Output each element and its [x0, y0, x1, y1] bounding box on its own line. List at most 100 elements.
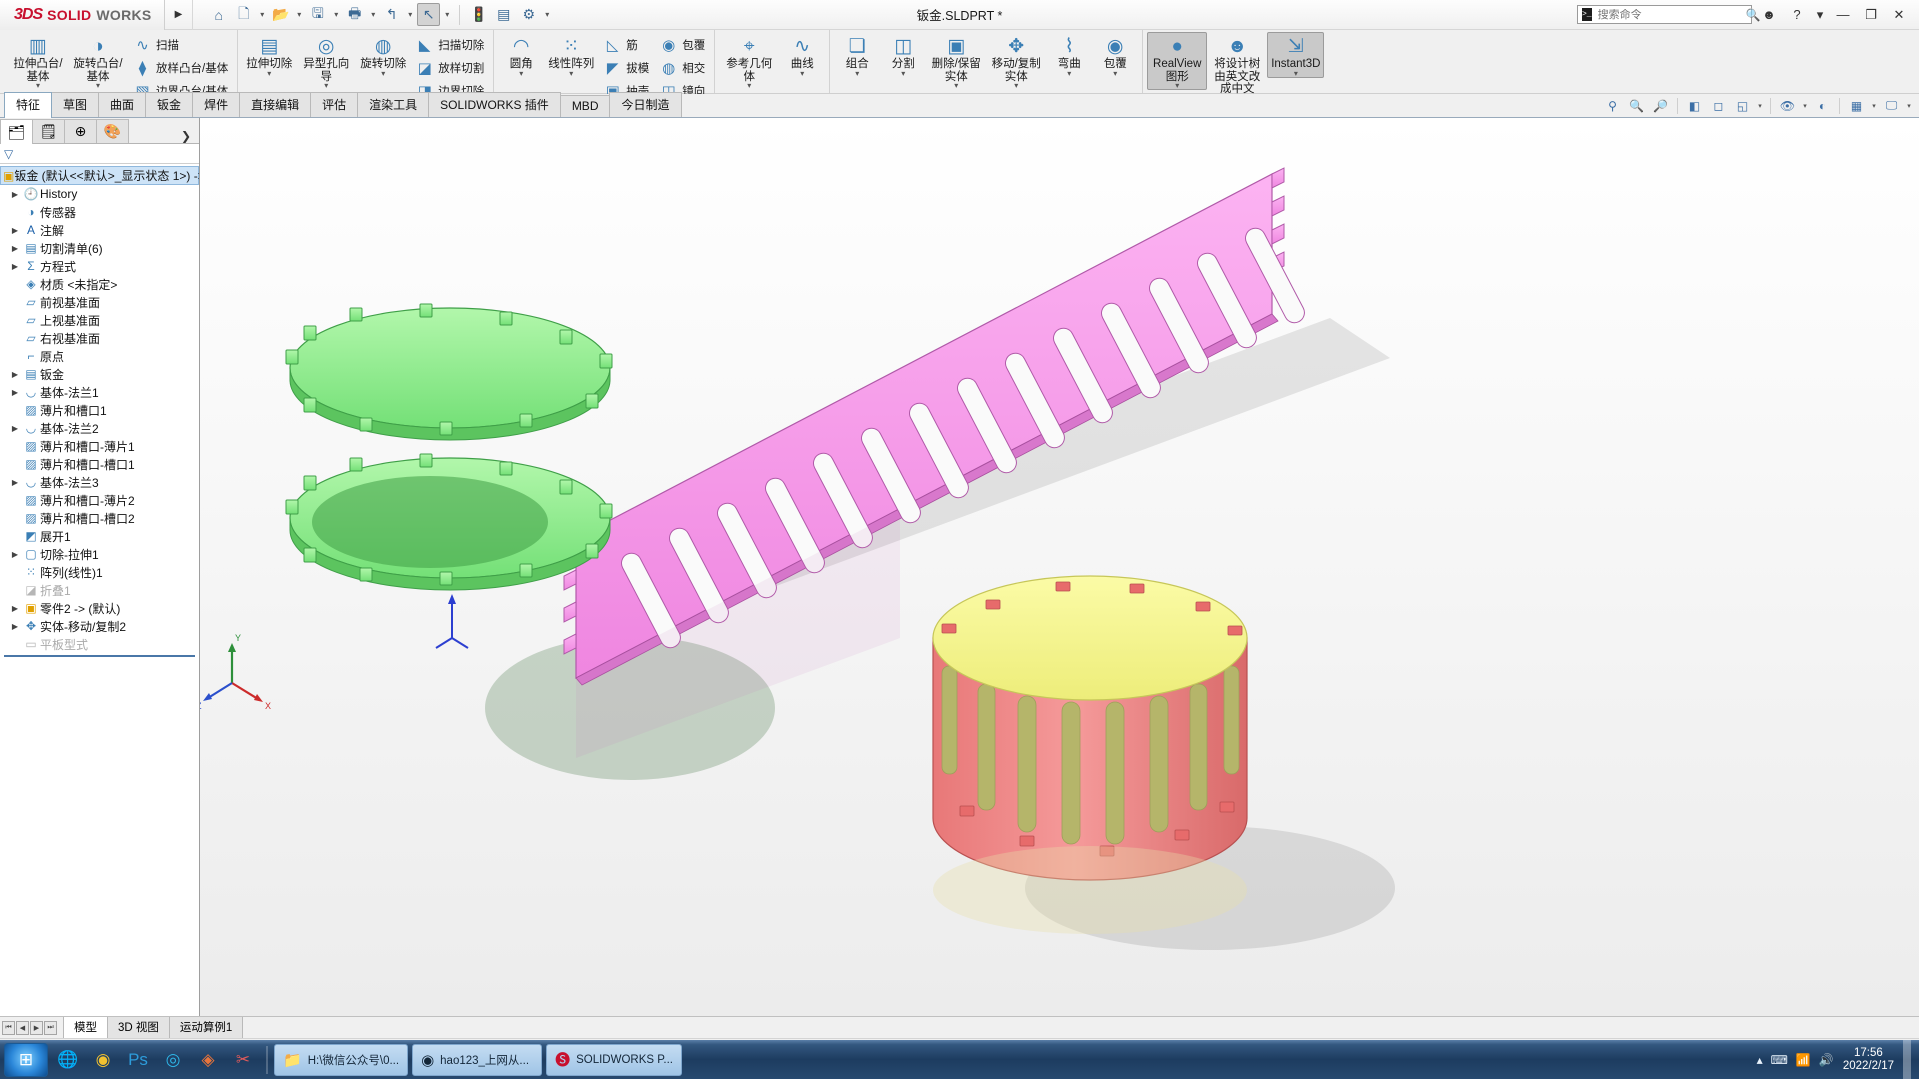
taskbar-item[interactable]: 📁 H:\微信公众号\0...: [274, 1043, 409, 1076]
tab-10[interactable]: 今日制造: [609, 92, 682, 117]
tree-item[interactable]: ▨ 薄片和槽口-槽口2: [0, 509, 199, 527]
tab-5[interactable]: 直接编辑: [239, 92, 312, 117]
hide-show-icon[interactable]: 👁: [1777, 96, 1798, 115]
ie-icon[interactable]: 🌐: [51, 1043, 85, 1077]
graphics-area[interactable]: Y X Z ❐—❐✕: [200, 118, 1919, 1016]
home-icon[interactable]: ⌂: [207, 3, 230, 26]
property-manager-tab[interactable]: 🗒: [32, 119, 65, 143]
tab-8[interactable]: SOLIDWORKS 插件: [428, 92, 561, 117]
tree-item[interactable]: ◑ 传感器: [0, 203, 199, 221]
split-icon-dropdown[interactable]: ▾: [901, 69, 905, 77]
settings-gear-icon-caret[interactable]: ▾: [542, 10, 552, 19]
tree-item[interactable]: ▶ ▤ 钣金: [0, 365, 199, 383]
user-account-icon[interactable]: ☻: [1758, 3, 1780, 27]
extrude-cut-icon-dropdown[interactable]: ▾: [267, 69, 271, 77]
tree-expand-arrow[interactable]: ▶: [8, 262, 22, 271]
draft-button[interactable]: ◤ 拔模: [598, 57, 654, 79]
tab-0[interactable]: 特征: [4, 92, 53, 118]
tab-nav-3[interactable]: ⏭: [44, 1020, 57, 1035]
tree-item[interactable]: ▶ A 注解: [0, 221, 199, 239]
tree-item[interactable]: ◩ 展开1: [0, 527, 199, 545]
tree-item[interactable]: ▨ 薄片和槽口-薄片2: [0, 491, 199, 509]
delete-body-button[interactable]: ▣ 删除/保留实体 ▾: [926, 32, 986, 90]
feature-manager-more-arrow[interactable]: ❯: [181, 129, 199, 143]
photoshop-icon[interactable]: Ps: [121, 1043, 155, 1077]
restore-button[interactable]: ❐: [1860, 3, 1882, 27]
intersect-button[interactable]: ◍ 相交: [654, 57, 710, 79]
tree-expand-arrow[interactable]: ▶: [8, 226, 22, 235]
feature-manager-tab[interactable]: 🗂: [0, 119, 33, 144]
tree-expand-arrow[interactable]: ▶: [8, 622, 22, 631]
curves-icon-dropdown[interactable]: ▾: [800, 69, 804, 77]
tree-item[interactable]: ▶ ▤ 切割清单(6): [0, 239, 199, 257]
tree-expand-arrow[interactable]: ▶: [8, 550, 22, 559]
firefox-icon[interactable]: ◈: [191, 1043, 225, 1077]
view-settings-icon-caret[interactable]: ▾: [1905, 102, 1913, 110]
wrap2-button[interactable]: ◉ 包覆 ▾: [1092, 32, 1138, 78]
reference-geometry-button[interactable]: ⌖ 参考几何体 ▾: [719, 32, 779, 90]
view-settings-icon[interactable]: 🖵: [1881, 96, 1902, 115]
tree-item[interactable]: ▱ 前视基准面: [0, 293, 199, 311]
loft-cut-button[interactable]: ◪ 放样切割: [410, 57, 489, 79]
tray-expand-icon[interactable]: ▴: [1757, 1053, 1763, 1067]
reference-geometry-icon-dropdown[interactable]: ▾: [747, 82, 751, 90]
minimize-button[interactable]: —: [1832, 3, 1854, 27]
help-caret-icon[interactable]: ▾: [1814, 3, 1826, 27]
tab-7[interactable]: 渲染工具: [357, 92, 430, 117]
loft-button[interactable]: ⧫ 放样凸台/基体: [128, 57, 233, 79]
tree-item[interactable]: ▨ 薄片和槽口-槽口1: [0, 455, 199, 473]
wrap2-icon-dropdown[interactable]: ▾: [1113, 69, 1117, 77]
tab-1[interactable]: 草图: [51, 92, 100, 117]
undo-icon-caret[interactable]: ▾: [405, 10, 415, 19]
close-button[interactable]: ✕: [1888, 3, 1910, 27]
print-icon-caret[interactable]: ▾: [368, 10, 378, 19]
cylinder-assembly[interactable]: [932, 575, 1248, 934]
zoom-area-icon[interactable]: 🔍: [1626, 96, 1647, 115]
tab-nav-2[interactable]: ▶: [30, 1020, 43, 1035]
sweep-button[interactable]: ∿ 扫描: [128, 34, 233, 56]
tree-expand-arrow[interactable]: ▶: [8, 388, 22, 397]
tree-item[interactable]: ▶ Σ 方程式: [0, 257, 199, 275]
rib-button[interactable]: ◺ 筋: [598, 34, 654, 56]
tree-expand-arrow[interactable]: ▶: [8, 424, 22, 433]
save-icon[interactable]: 🖫: [306, 3, 329, 26]
hole-wizard-button[interactable]: ◎ 异型孔向导 ▾: [296, 32, 356, 90]
tree-item[interactable]: ▨ 薄片和槽口-薄片1: [0, 437, 199, 455]
split-button[interactable]: ◫ 分割 ▾: [880, 32, 926, 78]
tree-item[interactable]: ▶ ◡ 基体-法兰1: [0, 383, 199, 401]
rebuild-icon[interactable]: 🚦: [467, 3, 490, 26]
tree-item[interactable]: ▨ 薄片和槽口1: [0, 401, 199, 419]
extrude-cut-button[interactable]: ▤ 拉伸切除 ▾: [242, 32, 296, 78]
configuration-manager-tab[interactable]: ⊕: [64, 119, 97, 143]
edit-appearance-icon[interactable]: ◐: [1812, 96, 1833, 115]
move-copy-body-button[interactable]: ✥ 移动/复制实体 ▾: [986, 32, 1046, 90]
hole-wizard-icon-dropdown[interactable]: ▾: [324, 82, 328, 90]
tree-item[interactable]: ▣ 钣金 (默认<<默认>_显示状态 1>) ->: [0, 166, 199, 185]
linear-pattern-icon-dropdown[interactable]: ▾: [569, 69, 573, 77]
section-view-icon[interactable]: ◧: [1684, 96, 1705, 115]
realview-sphere-icon-dropdown[interactable]: ▾: [1175, 82, 1179, 90]
combine-icon-dropdown[interactable]: ▾: [855, 69, 859, 77]
display-style-icon-caret[interactable]: ▾: [1756, 102, 1764, 110]
tree-item[interactable]: ▱ 右视基准面: [0, 329, 199, 347]
instant3d-button[interactable]: ⇲ Instant3D ▾: [1267, 32, 1325, 78]
search-commands-box[interactable]: >_ 🔍 ▾: [1577, 5, 1771, 24]
extrude-boss-icon-dropdown[interactable]: ▾: [36, 82, 40, 90]
revolve-boss-icon-dropdown[interactable]: ▾: [96, 82, 100, 90]
show-desktop-button[interactable]: [1903, 1040, 1911, 1079]
move-copy-body-icon-dropdown[interactable]: ▾: [1014, 82, 1018, 90]
fillet-icon-dropdown[interactable]: ▾: [519, 69, 523, 77]
apply-scene-icon-caret[interactable]: ▾: [1870, 102, 1878, 110]
tree-item[interactable]: ◪ 折叠1: [0, 581, 199, 599]
zoom-to-fit-icon[interactable]: ⚲: [1602, 96, 1623, 115]
taskbar-item[interactable]: 🅢 SOLIDWORKS P...: [546, 1043, 683, 1076]
display-manager-tab[interactable]: 🎨: [96, 119, 129, 143]
revolve-cut-button[interactable]: ◍ 旋转切除 ▾: [356, 32, 410, 78]
tree-item[interactable]: ▶ ✥ 实体-移动/复制2: [0, 617, 199, 635]
realview-sphere-button[interactable]: ● RealView 图形 ▾: [1147, 32, 1208, 90]
revolve-cut-icon-dropdown[interactable]: ▾: [381, 69, 385, 77]
settings-gear-icon[interactable]: ⚙: [517, 3, 540, 26]
tray-keyboard-icon[interactable]: ⌨: [1771, 1053, 1788, 1067]
feature-tree-filter[interactable]: ▽: [0, 144, 199, 164]
tree-item[interactable]: ▭ 平板型式: [0, 635, 199, 653]
